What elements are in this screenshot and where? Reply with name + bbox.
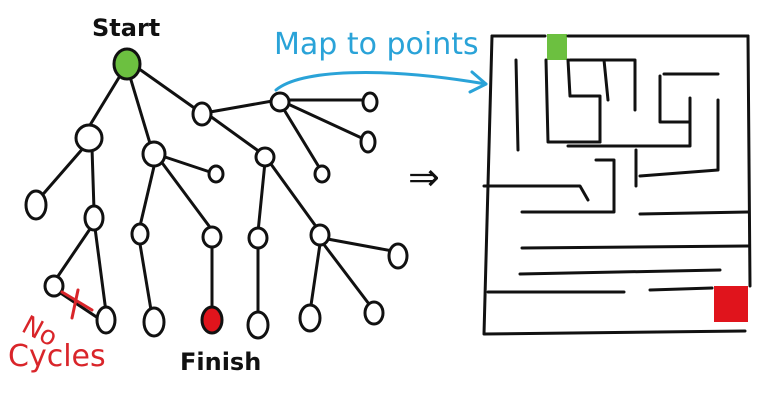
start-label: Start <box>92 14 161 42</box>
maze-wall <box>520 244 750 250</box>
maze <box>482 34 752 336</box>
tree-node <box>43 274 65 298</box>
finish-label: Finish <box>180 348 262 376</box>
start-node <box>112 47 142 81</box>
edge <box>138 242 154 318</box>
edge <box>208 98 280 114</box>
tree-node <box>191 101 213 127</box>
finish-node <box>200 305 224 335</box>
maze-wall <box>648 286 714 292</box>
tree-node <box>361 91 379 113</box>
tree-node <box>24 189 48 221</box>
tree-node <box>309 223 331 247</box>
tree-node <box>313 164 331 184</box>
maze-wall <box>658 74 692 124</box>
tree-nodes <box>24 47 409 340</box>
tree-node <box>95 305 117 335</box>
maze-wall <box>514 58 520 152</box>
implies-arrow-icon: ⇒ <box>408 155 440 199</box>
diagram-canvas: Start Finish Map to points No Cycles ⇒ <box>0 0 769 414</box>
maze-wall <box>518 268 722 276</box>
edge <box>36 144 87 202</box>
tree-edges <box>36 64 400 320</box>
tree-node <box>387 242 409 270</box>
maze-wall <box>602 58 610 102</box>
maze-wall <box>566 58 602 144</box>
tree-node <box>298 303 322 333</box>
tree-node <box>254 146 276 168</box>
tree-node <box>130 222 150 246</box>
tree-node <box>359 130 377 154</box>
edge <box>93 226 108 314</box>
diagram-drawing <box>24 34 752 340</box>
tree-node <box>141 140 167 168</box>
edge <box>52 224 94 284</box>
edge <box>208 114 266 157</box>
maze-start-cell <box>547 34 567 60</box>
edge <box>308 242 322 314</box>
maze-wall <box>746 34 752 288</box>
tree-node <box>269 91 291 113</box>
tree-node <box>246 310 270 340</box>
tree-node <box>207 164 225 184</box>
map-to-points-label: Map to points <box>274 27 479 62</box>
edge <box>320 236 400 254</box>
edge <box>320 240 374 310</box>
maze-wall <box>568 58 637 112</box>
map-arrow <box>274 70 488 94</box>
edge <box>138 156 158 228</box>
cycles-label: Cycles <box>8 339 106 374</box>
tree-node <box>142 306 166 338</box>
maze-wall <box>482 184 590 202</box>
tree-node <box>74 123 104 153</box>
tree-node <box>201 225 223 249</box>
edge <box>256 160 267 234</box>
maze-wall <box>638 210 750 216</box>
edge <box>126 68 154 152</box>
edge <box>90 146 96 212</box>
edge <box>133 64 202 114</box>
tree-node <box>363 300 385 326</box>
maze-wall <box>638 98 720 178</box>
tree-node <box>83 204 105 232</box>
tree-node <box>247 226 269 250</box>
maze-finish-cell <box>714 286 748 322</box>
edge <box>266 158 322 234</box>
maze-wall <box>544 58 602 144</box>
